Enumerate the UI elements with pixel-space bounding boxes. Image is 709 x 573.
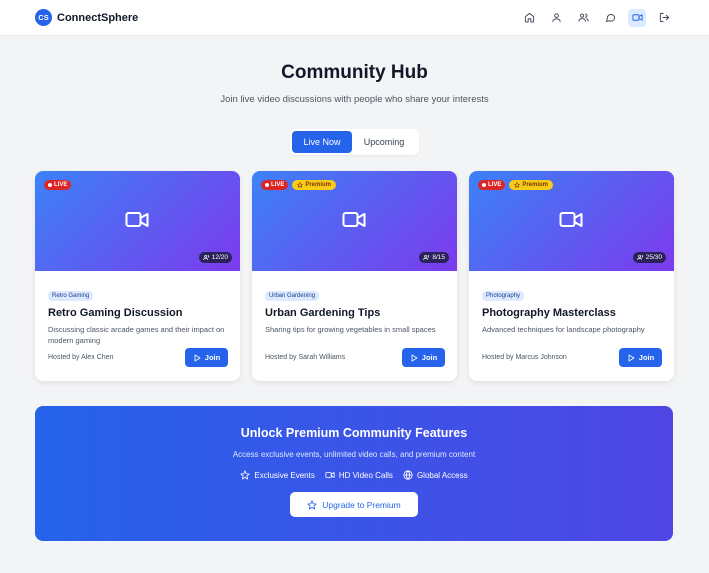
participants-icon: [202, 254, 209, 260]
logout-icon[interactable]: [655, 9, 673, 27]
card-body: Urban Gardening Urban Gardening Tips Sha…: [252, 271, 457, 381]
participants-icon: [423, 254, 430, 260]
star-icon: [297, 182, 304, 188]
session-tabs: Live Now Upcoming: [290, 129, 419, 155]
participant-count-label: 8/15: [432, 254, 445, 261]
live-badge-label: LIVE: [488, 182, 502, 188]
card-badges: LIVE: [44, 180, 72, 190]
star-icon: [307, 499, 317, 509]
session-card[interactable]: LIVE 12/20 Retro Gaming Retro Gaming Dis…: [35, 171, 240, 381]
card-thumbnail: LIVE Premium 25/30: [469, 171, 674, 271]
play-icon: [194, 354, 201, 361]
brand-logo: CS: [35, 9, 52, 26]
video-camera-icon: [125, 212, 149, 227]
brand-name: ConnectSphere: [57, 11, 139, 24]
video-icon[interactable]: [628, 8, 646, 27]
feature-item: HD Video Calls: [325, 470, 393, 480]
live-badge: LIVE: [478, 180, 506, 190]
feature-label: Exclusive Events: [254, 470, 315, 480]
nav-icons: [520, 8, 673, 27]
live-dot-icon: [48, 183, 52, 187]
join-button[interactable]: Join: [619, 348, 662, 367]
banner-title: Unlock Premium Community Features: [240, 426, 468, 440]
upgrade-button[interactable]: Upgrade to Premium: [290, 492, 418, 517]
video-camera-icon: [342, 212, 366, 227]
participant-count-label: 12/20: [211, 254, 228, 261]
participants-icon: [636, 254, 643, 260]
premium-badge: Premium: [509, 180, 554, 190]
feature-list: Exclusive Events HD Video Calls Global A…: [35, 470, 673, 480]
category-tag: Retro Gaming: [48, 291, 94, 301]
home-icon[interactable]: [520, 9, 538, 27]
live-badge-label: LIVE: [271, 182, 285, 188]
star-icon: [514, 182, 521, 188]
premium-banner: Unlock Premium Community Features Access…: [35, 406, 673, 541]
navbar: CS ConnectSphere: [0, 0, 709, 36]
join-button[interactable]: Join: [402, 348, 445, 367]
host-label: Hosted by Sarah Williams: [265, 354, 346, 361]
brand[interactable]: CS ConnectSphere: [35, 9, 138, 26]
card-body: Photography Photography Masterclass Adva…: [469, 271, 674, 381]
card-description: Sharing tips for growing vegetables in s…: [265, 325, 436, 334]
feature-item: Global Access: [403, 470, 468, 480]
video-camera-icon: [559, 212, 583, 227]
card-footer: Hosted by Sarah Williams Join: [265, 348, 445, 367]
banner-subtitle: Access exclusive events, unlimited video…: [232, 450, 476, 459]
premium-badge: Premium: [292, 180, 337, 190]
participant-count: 25/30: [632, 252, 666, 263]
feature-label: HD Video Calls: [338, 470, 393, 480]
card-description: Advanced techniques for landscape photog…: [482, 325, 645, 334]
video-icon: [325, 472, 335, 478]
card-thumbnail: LIVE Premium 8/15: [252, 171, 457, 271]
upgrade-button-label: Upgrade to Premium: [322, 499, 401, 510]
host-label: Hosted by Marcus Johnson: [482, 354, 567, 361]
feature-label: Global Access: [416, 470, 468, 480]
card-badges: LIVE Premium: [261, 180, 337, 190]
join-label: Join: [638, 353, 655, 362]
live-badge-label: LIVE: [54, 182, 68, 188]
card-title: Photography Masterclass: [482, 307, 616, 319]
live-dot-icon: [265, 183, 269, 187]
feature-item: Exclusive Events: [240, 470, 315, 480]
premium-badge-label: Premium: [305, 182, 332, 188]
live-badge: LIVE: [44, 180, 72, 190]
card-thumbnail: LIVE 12/20: [35, 171, 240, 271]
participant-count: 8/15: [419, 252, 449, 263]
card-body: Retro Gaming Retro Gaming Discussion Dis…: [35, 271, 240, 381]
join-label: Join: [204, 353, 221, 362]
card-title: Retro Gaming Discussion: [48, 307, 183, 319]
session-card[interactable]: LIVE Premium 25/30 Photography Photograp…: [469, 171, 674, 381]
category-tag: Urban Gardening: [265, 291, 320, 301]
session-cards: LIVE 12/20 Retro Gaming Retro Gaming Dis…: [35, 171, 674, 381]
play-icon: [411, 354, 418, 361]
card-description: Discussing classic arcade games and thei…: [48, 325, 225, 345]
page-subtitle: Join live video discussions with people …: [220, 94, 489, 105]
session-card[interactable]: LIVE Premium 8/15 Urban Gardening Urban …: [252, 171, 457, 381]
chat-icon[interactable]: [601, 9, 619, 27]
join-label: Join: [421, 353, 438, 362]
user-icon[interactable]: [547, 9, 565, 27]
card-footer: Hosted by Marcus Johnson Join: [482, 348, 662, 367]
card-badges: LIVE Premium: [478, 180, 554, 190]
play-icon: [628, 354, 635, 361]
participant-count: 12/20: [198, 252, 232, 263]
host-label: Hosted by Alex Chen: [48, 354, 114, 361]
card-title: Urban Gardening Tips: [265, 307, 381, 319]
live-badge: LIVE: [261, 180, 289, 190]
live-dot-icon: [482, 183, 486, 187]
participant-count-label: 25/30: [645, 254, 662, 261]
star-icon: [240, 470, 250, 480]
users-icon[interactable]: [574, 9, 592, 27]
globe-icon: [403, 470, 413, 480]
tab-upcoming[interactable]: Upcoming: [352, 131, 416, 153]
join-button[interactable]: Join: [185, 348, 228, 367]
category-tag: Photography: [482, 291, 525, 301]
tab-live-now[interactable]: Live Now: [292, 131, 352, 153]
premium-badge-label: Premium: [522, 182, 549, 188]
card-footer: Hosted by Alex Chen Join: [48, 348, 228, 367]
page-title: Community Hub: [281, 62, 428, 83]
